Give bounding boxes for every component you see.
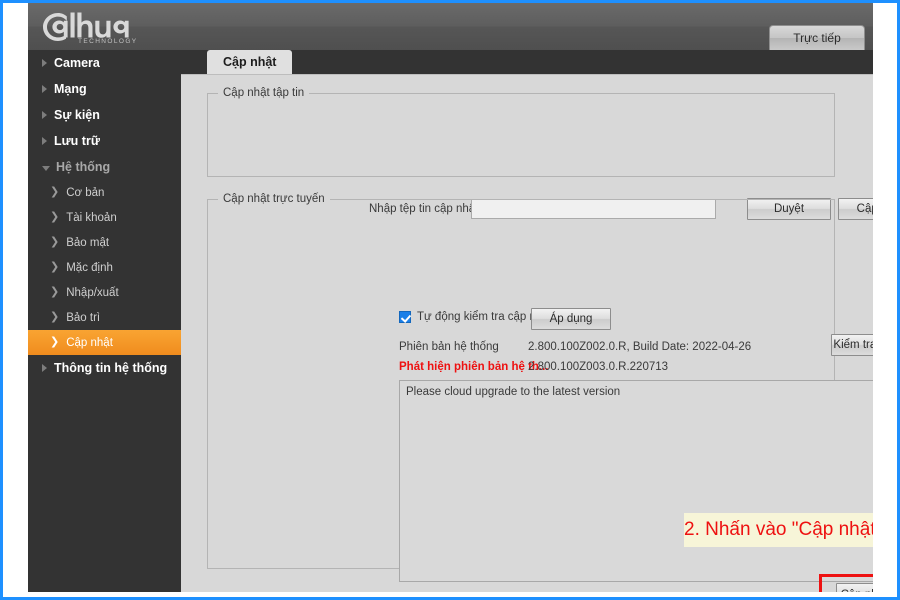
triangle-right-icon: [42, 85, 47, 93]
sidebar-item-label: Camera: [54, 56, 100, 70]
device-web-ui: TECHNOLOGY Trực tiếp Camera Mạng Sự kiện: [28, 3, 873, 592]
file-update-fieldset: Cập nhật tập tin: [207, 87, 835, 177]
chevron-right-icon: ❯: [50, 236, 60, 248]
live-view-button[interactable]: Trực tiếp: [769, 25, 865, 50]
triangle-right-icon: [42, 137, 47, 145]
triangle-down-icon: [42, 165, 50, 171]
sidebar-item-system[interactable]: Hệ thống: [28, 154, 181, 180]
sidebar-item-storage[interactable]: Lưu trữ: [28, 128, 181, 154]
sidebar-item-event[interactable]: Sự kiện: [28, 102, 181, 128]
screenshot-frame: TECHNOLOGY Trực tiếp Camera Mạng Sự kiện: [0, 0, 900, 600]
system-version-label: Phiên bản hệ thống: [399, 341, 499, 353]
triangle-right-icon: [42, 364, 47, 372]
sidebar-item-camera[interactable]: Camera: [28, 50, 181, 76]
auto-check-checkbox[interactable]: [399, 311, 411, 323]
sidebar-item-update[interactable]: ❯ Cập nhật: [28, 330, 181, 355]
sidebar-item-system-info[interactable]: Thông tin hệ thống: [28, 355, 181, 381]
sidebar-item-label: Cập nhật: [66, 336, 113, 349]
chevron-right-icon: ❯: [50, 211, 60, 223]
tab-update[interactable]: Cập nhật: [207, 50, 293, 74]
sidebar-item-label: Tài khoản: [66, 211, 117, 224]
sidebar-item-security[interactable]: ❯ Bảo mật: [28, 230, 181, 255]
system-version-value: 2.800.100Z002.0.R, Build Date: 2022-04-2…: [528, 341, 752, 353]
sidebar-item-import-export[interactable]: ❯ Nhập/xuất: [28, 280, 181, 305]
update-now-button[interactable]: Cập nhật ngay: [836, 583, 873, 592]
apply-button[interactable]: Áp dụng: [531, 308, 611, 330]
online-update-legend: Cập nhật trực tuyến: [218, 193, 330, 205]
sidebar-item-general[interactable]: ❯ Cơ bản: [28, 180, 181, 205]
manual-check-button[interactable]: Kiểm tra thủ công: [831, 334, 873, 356]
release-notes-box[interactable]: Please cloud upgrade to the latest versi…: [399, 380, 873, 582]
svg-text:TECHNOLOGY: TECHNOLOGY: [78, 38, 138, 44]
sidebar-item-default[interactable]: ❯ Mặc định: [28, 255, 181, 280]
dahua-logo: TECHNOLOGY: [42, 9, 192, 45]
upload-update-button[interactable]: Cập nhật: [838, 198, 873, 220]
chevron-right-icon: ❯: [50, 261, 60, 273]
chevron-right-icon: ❯: [50, 336, 60, 348]
sidebar-item-label: Bảo trì: [66, 311, 101, 324]
annotation-callout: 2. Nhấn vào "Cập nhật ngay": [684, 513, 873, 547]
sidebar-item-label: Bảo mật: [66, 236, 110, 249]
sidebar-nav: Camera Mạng Sự kiện Lưu trữ Hệ thống ❯ C…: [28, 50, 181, 592]
sidebar-item-label: Mạng: [54, 82, 87, 96]
sidebar-item-network[interactable]: Mạng: [28, 76, 181, 102]
sidebar-item-label: Nhập/xuất: [66, 286, 119, 299]
sidebar-item-label: Lưu trữ: [54, 134, 100, 148]
sidebar-item-label: Mặc định: [66, 261, 113, 274]
chevron-right-icon: ❯: [50, 311, 60, 323]
sidebar-item-label: Cơ bản: [66, 186, 105, 199]
main-content: Cập nhật Cập nhật tập tin Nhập tệp tin c…: [181, 50, 873, 592]
tab-bar: Cập nhật: [181, 50, 873, 74]
release-notes-text: Please cloud upgrade to the latest versi…: [406, 386, 621, 398]
chevron-right-icon: ❯: [50, 286, 60, 298]
new-version-label: Phát hiện phiên bản hệ th...: [399, 361, 549, 373]
sidebar-item-account[interactable]: ❯ Tài khoản: [28, 205, 181, 230]
chevron-right-icon: ❯: [50, 186, 60, 198]
auto-check-row: Tự động kiểm tra cập nhật: [399, 311, 552, 323]
brand-header: TECHNOLOGY Trực tiếp: [28, 3, 873, 50]
triangle-right-icon: [42, 59, 47, 67]
sidebar-item-label: Thông tin hệ thống: [54, 361, 168, 375]
update-panel: Cập nhật tập tin Nhập tệp tin cập nhật D…: [181, 74, 873, 592]
triangle-right-icon: [42, 111, 47, 119]
new-version-value: 2.800.100Z003.0.R.220713: [528, 361, 669, 373]
file-update-legend: Cập nhật tập tin: [218, 87, 310, 99]
sidebar-item-label: Hệ thống: [56, 160, 111, 174]
sidebar-item-maintenance[interactable]: ❯ Bảo trì: [28, 305, 181, 330]
sidebar-item-label: Sự kiện: [54, 108, 100, 122]
